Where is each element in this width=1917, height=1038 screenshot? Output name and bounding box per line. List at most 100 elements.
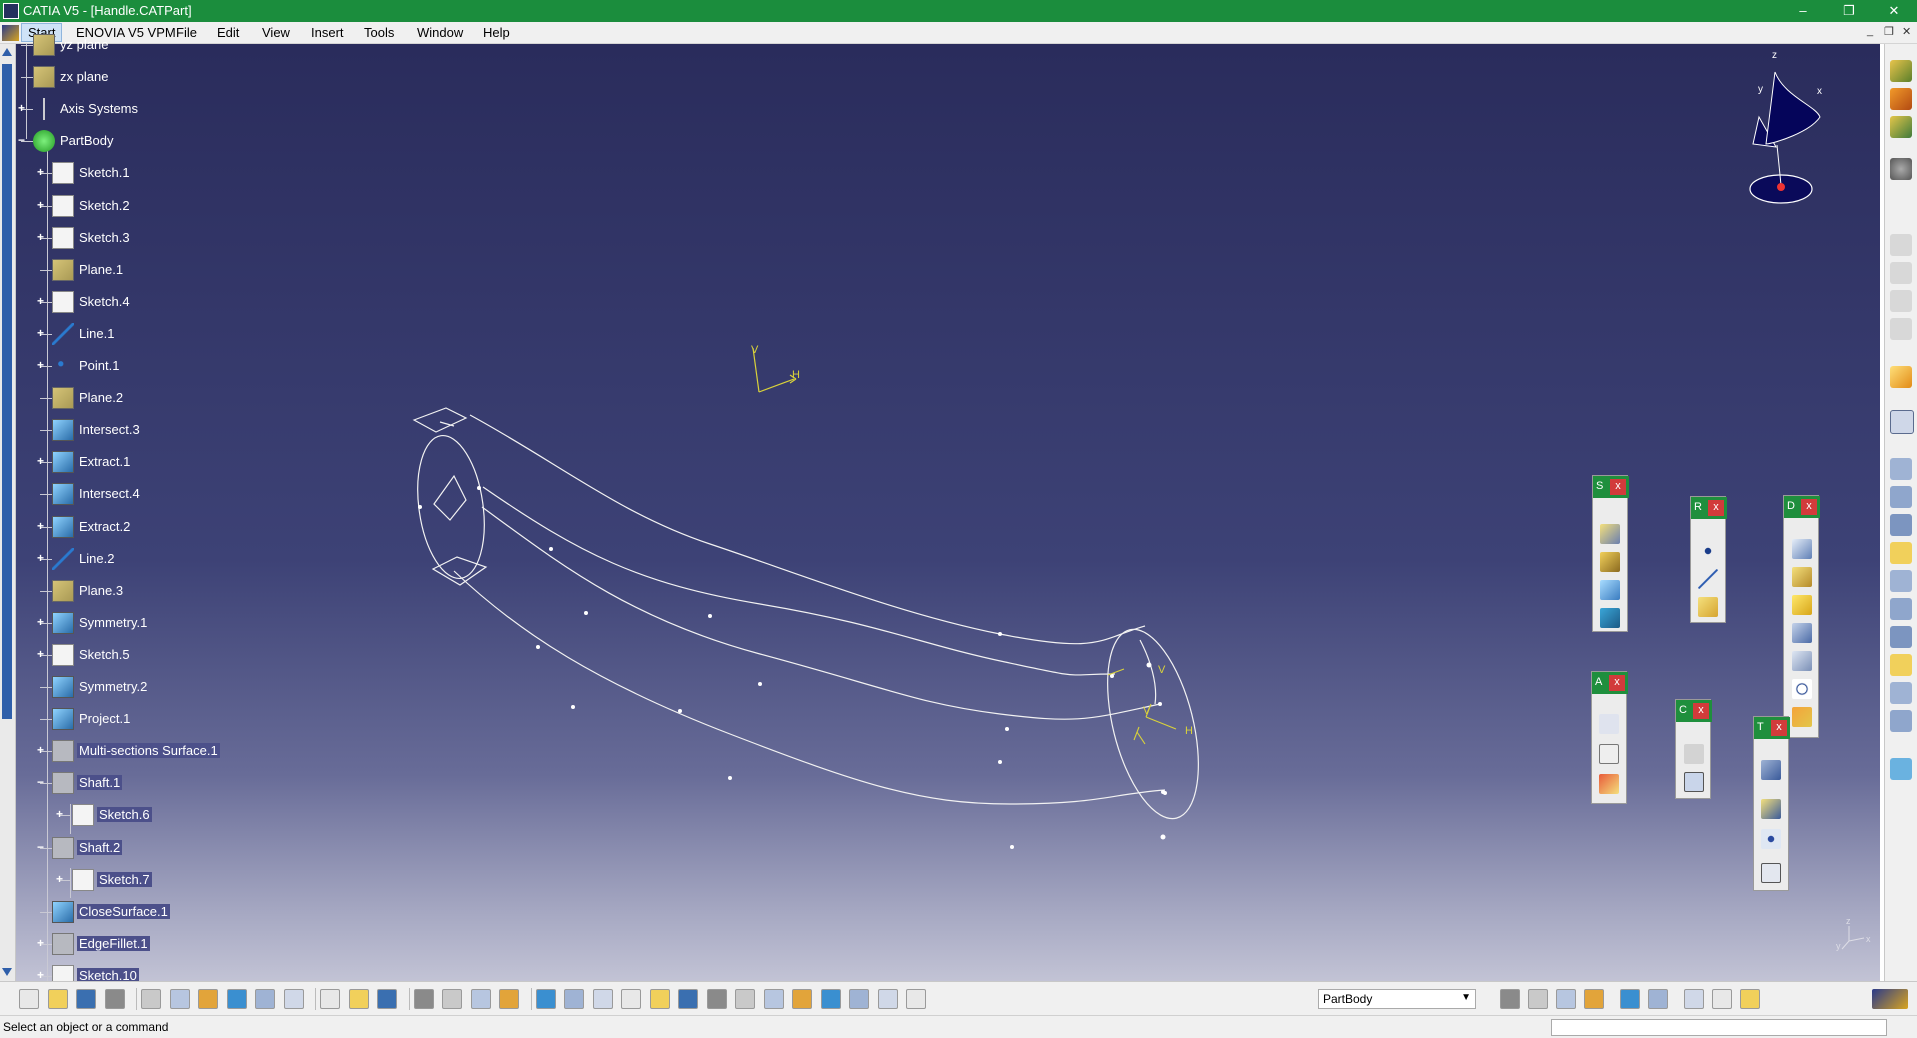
flag-note-icon[interactable] bbox=[1599, 744, 1619, 764]
tree-node-intersect-4[interactable]: Intersect.4 bbox=[15, 483, 305, 506]
generative-shape-icon[interactable] bbox=[1890, 116, 1912, 138]
expand-plus-icon[interactable]: + bbox=[35, 616, 46, 628]
tree-node-label[interactable]: EdgeFillet.1 bbox=[77, 935, 150, 951]
tree-node-label[interactable]: Point.1 bbox=[77, 358, 121, 373]
tree-node-label[interactable]: Plane.2 bbox=[77, 390, 125, 405]
zoom-in-icon[interactable] bbox=[621, 989, 641, 1009]
expand-plus-icon[interactable]: + bbox=[35, 166, 46, 178]
scroll-down-arrow-icon[interactable] bbox=[2, 968, 12, 976]
tree-scrollbar[interactable] bbox=[0, 44, 16, 981]
fit-all-icon[interactable] bbox=[377, 989, 397, 1009]
sketcher-icon[interactable] bbox=[1890, 410, 1914, 434]
tree-node-extract-1[interactable]: + Extract.1 bbox=[15, 451, 305, 474]
minimize-button[interactable]: – bbox=[1780, 0, 1826, 22]
toolbar-header[interactable]: C x bbox=[1676, 700, 1712, 722]
tree-node-label[interactable]: Sketch.4 bbox=[77, 294, 132, 309]
menu-help[interactable]: Help bbox=[483, 25, 510, 40]
workbench-icon[interactable] bbox=[1740, 989, 1760, 1009]
tree-node-symmetry-2[interactable]: Symmetry.2 bbox=[15, 676, 305, 698]
expand-plus-icon[interactable]: + bbox=[35, 937, 46, 949]
paste-icon[interactable] bbox=[198, 989, 218, 1009]
cut-icon[interactable] bbox=[141, 989, 161, 1009]
toolbar-close-button[interactable]: x bbox=[1801, 499, 1817, 515]
solid-combine-icon[interactable] bbox=[1890, 710, 1912, 732]
rotate-icon[interactable] bbox=[592, 989, 613, 1009]
tree-node-label[interactable]: Plane.3 bbox=[77, 583, 125, 598]
constraint-icon[interactable] bbox=[1684, 744, 1704, 764]
tree-node-sketch-6[interactable]: + Sketch.6 bbox=[15, 804, 305, 827]
tree-node-sketch-3[interactable]: + Sketch.3 bbox=[15, 226, 305, 249]
pocket-icon[interactable] bbox=[1890, 486, 1912, 508]
tree-node-plane-1[interactable]: Plane.1 bbox=[15, 258, 305, 281]
new-icon[interactable] bbox=[19, 989, 39, 1009]
tree-node-yz-plane[interactable]: yz plane bbox=[15, 34, 305, 56]
toolbar-header[interactable]: T x bbox=[1754, 717, 1790, 739]
expand-plus-icon[interactable]: + bbox=[35, 455, 46, 467]
tree-node-label[interactable]: Sketch.6 bbox=[97, 807, 152, 823]
plane-icon[interactable] bbox=[1698, 597, 1718, 617]
tree-node-extract-2[interactable]: + Extract.2 bbox=[15, 515, 305, 538]
tree-node-symmetry-1[interactable]: + Symmetry.1 bbox=[15, 611, 305, 634]
tree-node-label[interactable]: Sketch.7 bbox=[97, 871, 152, 887]
collapse-minus-icon[interactable]: − bbox=[35, 841, 46, 853]
expand-plus-icon[interactable]: + bbox=[54, 808, 65, 820]
copy-icon[interactable] bbox=[169, 989, 190, 1009]
tree-node-line-2[interactable]: + Line.2 bbox=[15, 547, 305, 570]
expand-plus-icon[interactable]: + bbox=[35, 552, 46, 564]
doc-restore-button[interactable]: ❐ bbox=[1884, 25, 1894, 38]
disabled-tool-icon[interactable] bbox=[1890, 234, 1912, 256]
measure-icon[interactable] bbox=[413, 989, 434, 1009]
handle-wireframe[interactable] bbox=[409, 407, 1215, 828]
tree-node-sketch-5[interactable]: + Sketch.5 bbox=[15, 643, 305, 666]
tree-node-closesurface-1[interactable]: CloseSurface.1 bbox=[15, 900, 305, 923]
expand-plus-icon[interactable]: + bbox=[16, 102, 27, 114]
collapse-minus-icon[interactable]: − bbox=[35, 776, 46, 788]
toolbar-close-button[interactable]: x bbox=[1708, 500, 1724, 516]
expand-plus-icon[interactable]: + bbox=[54, 873, 65, 885]
tree-node-shaft-2[interactable]: − Shaft.2 bbox=[15, 836, 305, 859]
surface-stack-icon[interactable] bbox=[1600, 552, 1620, 572]
multi-section-solid-icon[interactable] bbox=[1890, 654, 1912, 676]
tree-node-label[interactable]: Sketch.3 bbox=[77, 230, 132, 245]
tree-node-line-1[interactable]: + Line.1 bbox=[15, 322, 305, 345]
tree-node-partbody[interactable]: − PartBody bbox=[15, 130, 305, 153]
part-design-icon[interactable] bbox=[1890, 60, 1912, 82]
capture-icon[interactable] bbox=[1500, 989, 1520, 1009]
expand-plus-icon[interactable]: + bbox=[35, 969, 46, 981]
toolbar-close-button[interactable]: x bbox=[1693, 703, 1709, 719]
tree-node-sketch-4[interactable]: + Sketch.4 bbox=[15, 290, 305, 313]
tree-node-label[interactable]: Shaft.1 bbox=[77, 775, 123, 791]
box-icon[interactable] bbox=[1600, 608, 1620, 628]
constraint-defined-icon[interactable] bbox=[1684, 772, 1704, 792]
translation-icon[interactable] bbox=[1761, 760, 1781, 780]
slot-icon[interactable] bbox=[1890, 626, 1912, 648]
tree-node-label[interactable]: Project.1 bbox=[77, 711, 132, 726]
collapse-minus-icon[interactable]: − bbox=[16, 134, 27, 146]
toolbar-header[interactable]: R x bbox=[1691, 497, 1727, 519]
command-input[interactable] bbox=[1551, 1019, 1887, 1036]
hide-show-icon[interactable] bbox=[763, 989, 784, 1009]
groove-icon[interactable] bbox=[1890, 570, 1912, 592]
tree-node-label[interactable]: Intersect.4 bbox=[77, 486, 142, 501]
tree-node-label[interactable]: PartBody bbox=[58, 133, 115, 148]
normal-view-icon[interactable] bbox=[678, 989, 698, 1009]
formula-icon[interactable] bbox=[320, 989, 340, 1009]
table-icon[interactable] bbox=[442, 989, 462, 1009]
mirror-icon[interactable] bbox=[1761, 799, 1781, 819]
fly-icon[interactable] bbox=[535, 989, 556, 1009]
tree-node-project-1[interactable]: Project.1 bbox=[15, 708, 305, 731]
snap-icon[interactable] bbox=[1684, 989, 1704, 1009]
expand-plus-icon[interactable]: + bbox=[35, 199, 46, 211]
tree-node-axis-systems[interactable]: + Axis Systems bbox=[15, 98, 305, 121]
menu-window[interactable]: Window bbox=[417, 25, 463, 40]
tree-node-label[interactable]: Multi-sections Surface.1 bbox=[77, 743, 220, 759]
tree-node-label[interactable]: Line.1 bbox=[77, 326, 116, 341]
chevron-down-icon[interactable]: ▼ bbox=[1461, 992, 1471, 1003]
toolbar-close-button[interactable]: x bbox=[1610, 479, 1626, 495]
toolbar-close-button[interactable]: x bbox=[1609, 675, 1625, 691]
settings-gear-icon[interactable] bbox=[1890, 158, 1912, 180]
expand-plus-icon[interactable]: + bbox=[35, 648, 46, 660]
axis-system-icon[interactable] bbox=[1556, 989, 1576, 1009]
scrollbar-thumb[interactable] bbox=[2, 64, 12, 719]
tree-node-sketch-1[interactable]: + Sketch.1 bbox=[15, 162, 305, 185]
